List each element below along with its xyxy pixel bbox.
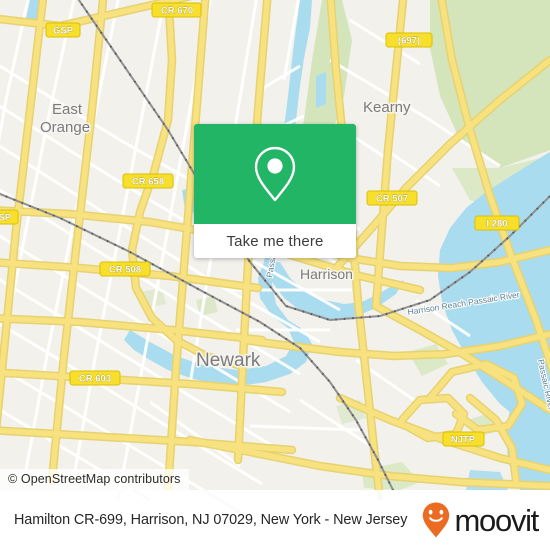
shield-cr-508: CR 508	[99, 261, 151, 277]
svg-text:GSP: GSP	[0, 213, 12, 224]
shield-gsp-2: GSP	[0, 209, 19, 225]
svg-text:I 280: I 280	[486, 219, 507, 230]
place-label-east-orange-line1: East	[52, 101, 83, 118]
svg-text:GSP: GSP	[53, 26, 74, 37]
shield-gsp-1: GSP	[45, 22, 81, 38]
moovit-pin-smiley-icon	[423, 502, 450, 538]
take-me-there-label: Take me there	[226, 232, 324, 250]
shield-i-280: I 280	[474, 215, 520, 231]
svg-text:NJTP: NJTP	[451, 435, 476, 446]
moovit-map-screenshot: Harrison Reach Passaic River Passaic Riv…	[0, 0, 550, 550]
svg-text:CR 507: CR 507	[376, 194, 408, 205]
svg-text:CR 670: CR 670	[161, 6, 193, 17]
svg-text:CR 508: CR 508	[109, 265, 141, 276]
location-title: Hamilton CR-699, Harrison, NJ 07029, New…	[14, 512, 408, 528]
footer-bar: Hamilton CR-699, Harrison, NJ 07029, New…	[0, 490, 550, 550]
card-icon-area	[194, 124, 356, 224]
svg-text:(697): (697)	[398, 36, 420, 47]
shield-697: (697)	[385, 32, 433, 48]
shield-cr-658: CR 658	[122, 173, 174, 189]
shield-cr-603: CR 603	[69, 370, 121, 386]
osm-attribution[interactable]: © OpenStreetMap contributors	[0, 469, 189, 490]
moovit-wordmark: moovit	[454, 502, 539, 538]
card-action-area[interactable]: Take me there	[194, 224, 356, 258]
map-pin-icon	[254, 146, 296, 202]
shield-njtp: NJTP	[442, 431, 485, 447]
place-label-harrison: Harrison	[300, 266, 353, 282]
moovit-logo[interactable]: moovit	[421, 501, 539, 539]
place-label-newark: Newark	[196, 350, 261, 371]
place-label-east-orange-line2: Orange	[40, 119, 90, 136]
take-me-there-card[interactable]: Take me there	[194, 124, 356, 258]
svg-text:CR 603: CR 603	[79, 374, 111, 385]
shield-cr-507: CR 507	[366, 190, 418, 206]
svg-text:CR 658: CR 658	[132, 177, 164, 188]
shield-cr-670: CR 670	[151, 2, 202, 18]
place-label-kearny: Kearny	[363, 99, 411, 116]
